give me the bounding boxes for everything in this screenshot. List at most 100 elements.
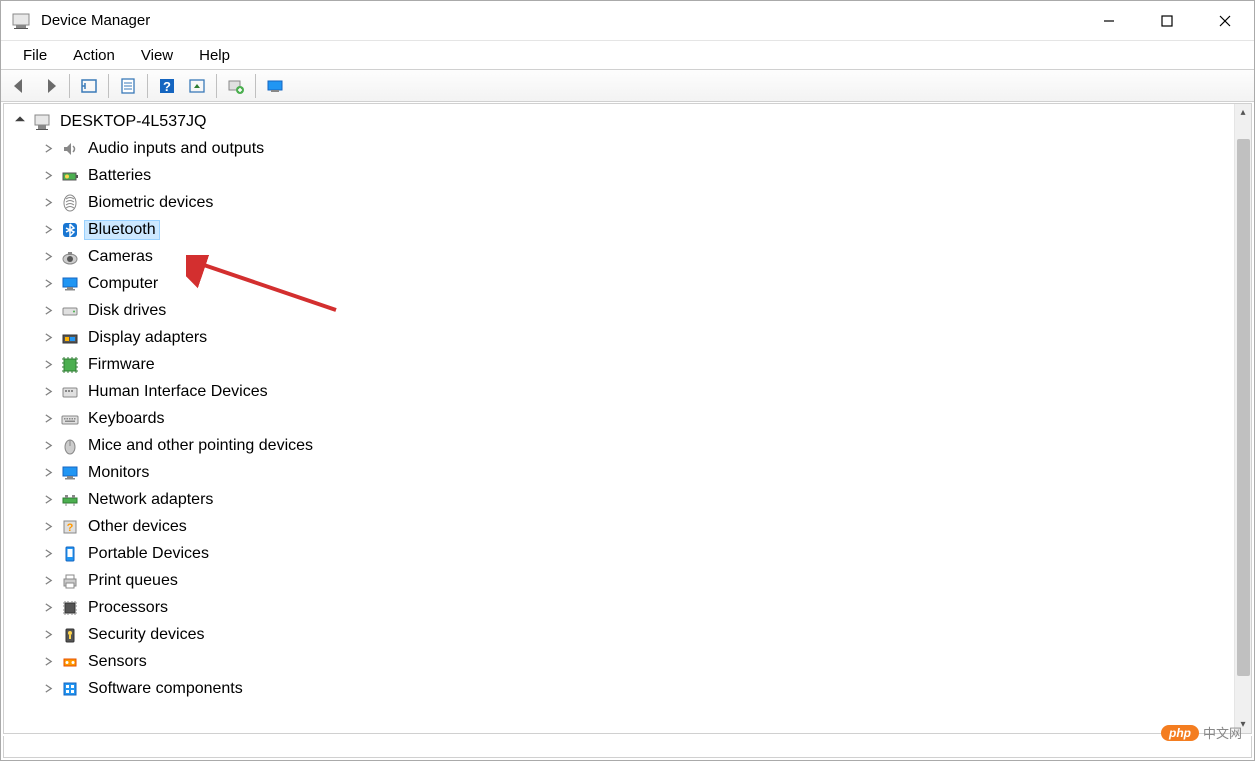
- back-button[interactable]: [5, 72, 35, 100]
- tree-node-label: Display adapters: [84, 328, 211, 348]
- bluetooth-icon: [60, 220, 80, 240]
- chevron-right-icon[interactable]: [40, 465, 56, 481]
- toolbar: ?: [1, 69, 1254, 102]
- tree-node[interactable]: Security devices: [40, 621, 1251, 648]
- toolbar-separator: [255, 74, 256, 98]
- scrollbar-thumb[interactable]: [1237, 139, 1250, 676]
- tree-root-label: DESKTOP-4L537JQ: [56, 112, 210, 132]
- close-button[interactable]: [1196, 1, 1254, 41]
- chevron-right-icon[interactable]: [40, 357, 56, 373]
- tree-node[interactable]: Print queues: [40, 567, 1251, 594]
- chevron-right-icon[interactable]: [40, 276, 56, 292]
- computer-icon: [60, 274, 80, 294]
- tree-node-label: Keyboards: [84, 409, 169, 429]
- chevron-right-icon[interactable]: [40, 600, 56, 616]
- tree-node-label: Other devices: [84, 517, 191, 537]
- toolbar-separator: [108, 74, 109, 98]
- tree-node-label: Sensors: [84, 652, 151, 672]
- show-hidden-button[interactable]: [74, 72, 104, 100]
- window-title: Device Manager: [41, 12, 150, 29]
- chevron-right-icon[interactable]: [40, 546, 56, 562]
- tree-node[interactable]: Mice and other pointing devices: [40, 432, 1251, 459]
- update-driver-button[interactable]: [182, 72, 212, 100]
- menu-view[interactable]: View: [129, 43, 185, 68]
- tree-node[interactable]: Processors: [40, 594, 1251, 621]
- chevron-right-icon[interactable]: [40, 384, 56, 400]
- chevron-right-icon[interactable]: [40, 303, 56, 319]
- tree-node[interactable]: Sensors: [40, 648, 1251, 675]
- chevron-right-icon[interactable]: [40, 168, 56, 184]
- tree-node-label: Software components: [84, 679, 247, 699]
- biometric-icon: [60, 193, 80, 213]
- tree-node[interactable]: Keyboards: [40, 405, 1251, 432]
- software-icon: [60, 679, 80, 699]
- vertical-scrollbar[interactable]: ▴ ▾: [1234, 104, 1251, 733]
- tree-node[interactable]: Cameras: [40, 243, 1251, 270]
- chevron-right-icon[interactable]: [40, 411, 56, 427]
- maximize-button[interactable]: [1138, 1, 1196, 41]
- chevron-right-icon[interactable]: [40, 654, 56, 670]
- tree-node-label: Network adapters: [84, 490, 217, 510]
- tree-node-label: Security devices: [84, 625, 209, 645]
- monitor-icon: [60, 463, 80, 483]
- chevron-right-icon[interactable]: [40, 249, 56, 265]
- chevron-right-icon[interactable]: [40, 222, 56, 238]
- tree-node[interactable]: Human Interface Devices: [40, 378, 1251, 405]
- chevron-right-icon[interactable]: [40, 681, 56, 697]
- svg-text:?: ?: [67, 522, 74, 534]
- tree-node[interactable]: Firmware: [40, 351, 1251, 378]
- computer-root-icon: [32, 112, 52, 132]
- tree-node[interactable]: Display adapters: [40, 324, 1251, 351]
- chevron-right-icon[interactable]: [40, 492, 56, 508]
- tree-node[interactable]: Audio inputs and outputs: [40, 135, 1251, 162]
- tree-node-label: Cameras: [84, 247, 157, 267]
- watermark-badge: php: [1161, 725, 1199, 741]
- scroll-up-arrow[interactable]: ▴: [1240, 104, 1245, 121]
- device-tree[interactable]: DESKTOP-4L537JQ Audio inputs and outputs…: [4, 104, 1251, 733]
- chevron-right-icon[interactable]: [40, 195, 56, 211]
- properties-button[interactable]: [113, 72, 143, 100]
- chevron-right-icon[interactable]: [40, 519, 56, 535]
- firmware-icon: [60, 355, 80, 375]
- minimize-button[interactable]: [1080, 1, 1138, 41]
- tree-node[interactable]: Monitors: [40, 459, 1251, 486]
- tree-node[interactable]: Network adapters: [40, 486, 1251, 513]
- tree-node-label: Biometric devices: [84, 193, 217, 213]
- processor-icon: [60, 598, 80, 618]
- tree-node-label: Monitors: [84, 463, 153, 483]
- status-bar: [3, 736, 1252, 758]
- tree-node[interactable]: ? Other devices: [40, 513, 1251, 540]
- chevron-right-icon[interactable]: [40, 141, 56, 157]
- tree-node[interactable]: Bluetooth: [40, 216, 1251, 243]
- tree-node-label: Computer: [84, 274, 162, 294]
- chevron-right-icon[interactable]: [40, 438, 56, 454]
- tree-node[interactable]: Batteries: [40, 162, 1251, 189]
- tree-node-label: Batteries: [84, 166, 155, 186]
- chevron-right-icon[interactable]: [40, 627, 56, 643]
- help-button[interactable]: ?: [152, 72, 182, 100]
- menu-file[interactable]: File: [11, 43, 59, 68]
- tree-node[interactable]: Biometric devices: [40, 189, 1251, 216]
- devices-by-connection-button[interactable]: [260, 72, 290, 100]
- toolbar-separator: [69, 74, 70, 98]
- toolbar-separator: [147, 74, 148, 98]
- toolbar-separator: [216, 74, 217, 98]
- network-icon: [60, 490, 80, 510]
- chevron-down-icon[interactable]: [12, 114, 28, 130]
- menu-action[interactable]: Action: [61, 43, 127, 68]
- menubar: File Action View Help: [1, 41, 1254, 69]
- tree-node[interactable]: Computer: [40, 270, 1251, 297]
- tree-root-node[interactable]: DESKTOP-4L537JQ: [12, 108, 1251, 135]
- tree-node[interactable]: Software components: [40, 675, 1251, 702]
- device-tree-container: DESKTOP-4L537JQ Audio inputs and outputs…: [3, 103, 1252, 734]
- app-icon: [11, 11, 31, 31]
- tree-node[interactable]: Portable Devices: [40, 540, 1251, 567]
- scan-hardware-button[interactable]: [221, 72, 251, 100]
- tree-node[interactable]: Disk drives: [40, 297, 1251, 324]
- tree-node-label: Print queues: [84, 571, 182, 591]
- chevron-right-icon[interactable]: [40, 330, 56, 346]
- menu-help[interactable]: Help: [187, 43, 242, 68]
- battery-icon: [60, 166, 80, 186]
- chevron-right-icon[interactable]: [40, 573, 56, 589]
- forward-button[interactable]: [35, 72, 65, 100]
